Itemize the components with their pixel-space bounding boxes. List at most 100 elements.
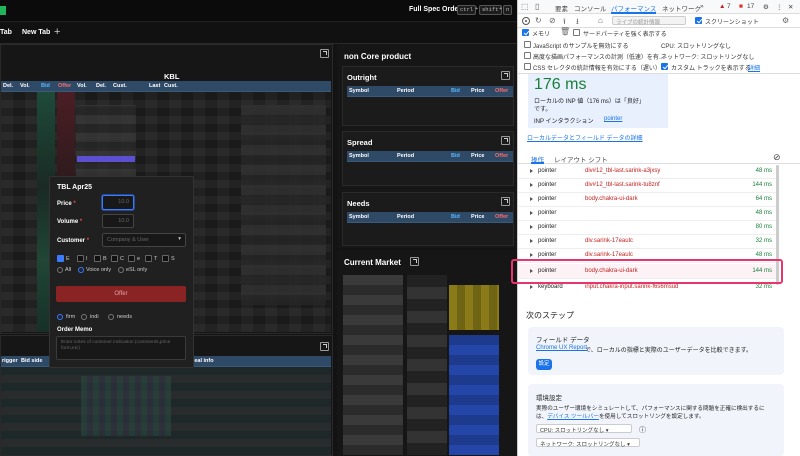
indi-radio[interactable] [81, 314, 87, 320]
tab-new-tab[interactable]: New Tab [22, 29, 50, 36]
cpu-select[interactable]: CPU: スロットリングなし ▾ [536, 424, 632, 434]
col-offer: Offer [58, 83, 72, 89]
tab-network[interactable]: ネットワーク [662, 3, 701, 13]
device-toolbar-icon[interactable]: ▯ [535, 2, 539, 11]
pop-out-icon[interactable] [501, 71, 510, 80]
error-icon[interactable]: ■ [739, 3, 743, 10]
tab-layout-shifts[interactable]: レイアウト シフト [554, 154, 608, 164]
flag-i-checkbox[interactable] [77, 255, 84, 262]
expand-icon[interactable] [530, 169, 533, 173]
error-count: 17 [747, 3, 755, 10]
network-throttling-select[interactable]: ネットワーク: スロットリングなし [661, 52, 754, 61]
chrome-ux-report-link[interactable]: Chrome UX Report [536, 345, 587, 351]
clear-icon[interactable]: ⊘ [549, 16, 556, 25]
close-icon[interactable]: ✕ [788, 3, 793, 11]
flag-s-checkbox[interactable] [162, 255, 169, 262]
setup-button[interactable]: 設定 [536, 359, 552, 370]
full-spec-order-button[interactable]: Full Spec Order [409, 6, 461, 13]
blurred-market-grid [343, 275, 403, 455]
interaction-row[interactable]: pointer div#12_tbl-last.sarink-a3jxsy 48 m… [518, 164, 776, 179]
garbage-icon[interactable]: 🗑 [560, 27, 570, 36]
record-icon[interactable] [522, 17, 530, 25]
inp-interaction-link[interactable]: pointer [604, 116, 622, 122]
clear-icon[interactable]: ⊘ [773, 152, 781, 163]
pop-out-icon[interactable] [501, 136, 510, 145]
network-select[interactable]: ネットワーク: スロットリングなし ▾ [536, 438, 640, 448]
custom-tracks-checkbox[interactable] [661, 63, 668, 70]
expand-icon[interactable] [530, 239, 533, 243]
col-del-2: Del. [96, 83, 107, 89]
gear-icon[interactable]: ⚙ [782, 16, 789, 25]
scope-voice-radio[interactable] [78, 267, 84, 273]
expand-icon[interactable] [530, 197, 533, 201]
pop-out-icon[interactable] [320, 342, 329, 351]
customer-select[interactable]: Company & User ▾ [102, 233, 186, 247]
flag-c-checkbox[interactable] [111, 255, 118, 262]
col-bid: Bid [451, 153, 460, 159]
indi-label: indi [90, 314, 99, 320]
scope-esl-radio[interactable] [118, 267, 124, 273]
tab-elements[interactable]: 要素 [555, 3, 568, 13]
interaction-row[interactable]: pointer div#12_tbl-last.sarink-tu8znf 144 … [518, 178, 776, 193]
scope-all-radio[interactable] [57, 267, 63, 273]
flag-t-checkbox[interactable] [145, 255, 152, 262]
pop-out-icon[interactable] [501, 197, 510, 206]
cpu-throttling-select[interactable]: CPU: スロットリングなし [661, 41, 731, 50]
devtools-tab-bar: ⬚ ▯ 要素 コンソール パフォーマンス ネットワーク » ▲ 7 ■ 17 ⚙… [518, 0, 800, 14]
more-options-icon[interactable]: ⋮ [776, 3, 783, 11]
interaction-row[interactable]: pointer div.sarink-17eaulc 32 ms [518, 234, 776, 249]
spread-header: Symbol Period Bid Price Offer [347, 151, 513, 162]
tab-console[interactable]: コンソール [574, 3, 607, 13]
col-offer: Offer [495, 214, 509, 220]
customer-label: Customer * [57, 238, 90, 244]
interaction-row[interactable]: pointer 80 ms [518, 220, 776, 235]
price-input[interactable]: 10.0 [102, 195, 134, 210]
expand-icon[interactable] [530, 183, 533, 187]
home-icon[interactable]: ⌂ [598, 16, 603, 25]
expand-icon[interactable] [530, 225, 533, 229]
env-settings-title: 環境設定 [536, 395, 562, 402]
css-selector-stats-checkbox[interactable] [524, 63, 531, 70]
expand-icon[interactable] [530, 253, 533, 257]
pop-out-icon[interactable] [320, 49, 329, 58]
flag-b-checkbox[interactable] [94, 255, 101, 262]
environment-settings-card: 環境設定 実際のユーザー環境をシミュレートして、パフォーマンスに関する問題を正確… [528, 384, 784, 456]
add-tab-button[interactable]: + [54, 26, 60, 38]
more-tabs-button[interactable]: » [700, 3, 704, 10]
inspect-icon[interactable]: ⬚ [521, 2, 529, 11]
live-stats-select[interactable]: ライブの統計情報 [612, 16, 686, 26]
tab-performance[interactable]: パフォーマンス [611, 3, 657, 14]
interaction-row[interactable]: pointer body.chakra-ui-dark 64 ms [518, 192, 776, 207]
device-toolbar-link[interactable]: デバイス ツールバー [547, 414, 599, 420]
expand-icon[interactable] [530, 285, 533, 289]
gear-icon[interactable]: ⚙ [763, 3, 769, 11]
volume-input[interactable]: 10.0 [102, 214, 134, 228]
screenshot-checkbox[interactable] [695, 17, 702, 24]
firm-radio[interactable] [57, 314, 63, 320]
local-field-data-link[interactable]: ローカルデータとフィールド データの詳細 [527, 133, 643, 142]
flag-e-checkbox[interactable] [57, 255, 64, 262]
flag-e-lower-checkbox[interactable] [128, 255, 135, 262]
third-party-checkbox[interactable] [573, 29, 580, 36]
tab-1[interactable]: Tab [0, 29, 12, 36]
disable-js-samples-checkbox[interactable] [524, 41, 531, 48]
tab-interactions[interactable]: 操作 [531, 154, 544, 164]
reload-record-icon[interactable]: ↻ [535, 16, 542, 25]
col-symbol: Symbol [349, 88, 369, 94]
col-cust-2: Cust. [164, 83, 178, 89]
memory-checkbox[interactable] [522, 29, 529, 36]
field-data-title: フィールド データ [536, 337, 590, 344]
download-icon[interactable]: ⭳ [576, 16, 579, 30]
col-period: Period [397, 88, 415, 94]
needs-radio[interactable] [108, 314, 114, 320]
order-memo-textarea[interactable]: Enter notes of customer indication (comm… [56, 336, 186, 360]
col-vol-2: Vol. [77, 83, 87, 89]
advanced-paint-checkbox[interactable] [524, 52, 531, 59]
details-link[interactable]: 詳細 [748, 63, 760, 72]
info-icon[interactable]: ⓘ [639, 425, 646, 435]
interaction-row[interactable]: pointer 48 ms [518, 206, 776, 221]
warning-icon[interactable]: ▲ [719, 3, 725, 10]
expand-icon[interactable] [530, 211, 533, 215]
pop-out-icon[interactable] [410, 257, 419, 266]
offer-button[interactable]: Offer [56, 286, 186, 302]
